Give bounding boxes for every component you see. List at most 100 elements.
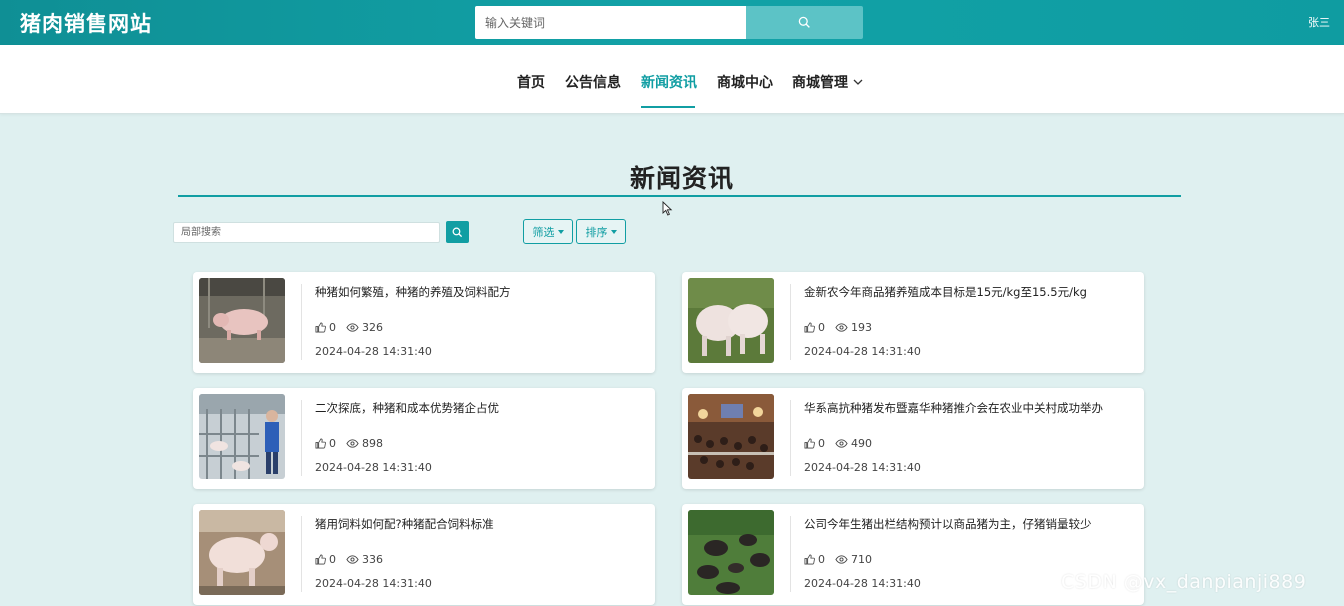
sort-button[interactable]: 排序: [576, 219, 626, 244]
search-icon: [798, 16, 810, 28]
nav-item-mall-center[interactable]: 商城中心: [717, 72, 773, 92]
card-divider: [301, 400, 302, 476]
news-thumbnail[interactable]: [199, 278, 285, 363]
view-count: 336: [346, 553, 383, 566]
news-title[interactable]: 华系高抗种猪发布暨嘉华种猪推介会在农业中关村成功举办: [804, 400, 1103, 416]
like-count-value: 0: [329, 437, 336, 450]
eye-icon: [835, 439, 848, 448]
view-count-value: 898: [362, 437, 383, 450]
view-count-value: 336: [362, 553, 383, 566]
like-count-value: 0: [818, 553, 825, 566]
nav-item-news[interactable]: 新闻资讯: [641, 72, 697, 92]
news-thumbnail[interactable]: [199, 394, 285, 479]
like-count[interactable]: 0: [315, 321, 336, 334]
header-search: [475, 6, 863, 39]
header-search-button[interactable]: [746, 6, 863, 39]
like-count-value: 0: [818, 437, 825, 450]
local-search-input[interactable]: [173, 222, 440, 243]
view-count-value: 490: [851, 437, 872, 450]
view-count: 490: [835, 437, 872, 450]
news-stats: 0 326: [315, 321, 393, 334]
thumbs-up-icon: [804, 322, 815, 333]
site-title[interactable]: 猪肉销售网站: [20, 8, 152, 38]
mouse-cursor-icon: [662, 201, 673, 216]
news-stats: 0 490: [804, 437, 882, 450]
nav-item-announcements[interactable]: 公告信息: [565, 72, 621, 92]
like-count[interactable]: 0: [315, 553, 336, 566]
top-header: 猪肉销售网站 张三: [0, 0, 1344, 45]
nav-item-mall-management[interactable]: 商城管理: [792, 72, 864, 92]
news-title[interactable]: 金新农今年商品猪养殖成本目标是15元/kg至15.5元/kg: [804, 284, 1087, 300]
main-nav: 首页 公告信息 新闻资讯 商城中心 商城管理: [0, 45, 1344, 114]
news-card[interactable]: 金新农今年商品猪养殖成本目标是15元/kg至15.5元/kg 0 193 202…: [682, 272, 1144, 373]
view-count: 326: [346, 321, 383, 334]
caret-down-icon: [610, 229, 617, 234]
like-count-value: 0: [329, 321, 336, 334]
nav-item-home[interactable]: 首页: [517, 72, 545, 92]
user-name[interactable]: 张三: [1308, 14, 1330, 30]
card-divider: [790, 284, 791, 360]
eye-icon: [835, 555, 848, 564]
thumbs-up-icon: [315, 554, 326, 565]
news-date: 2024-04-28 14:31:40: [315, 461, 432, 474]
like-count-value: 0: [329, 553, 336, 566]
page-title: 新闻资讯: [629, 164, 734, 193]
thumbs-up-icon: [315, 438, 326, 449]
like-count[interactable]: 0: [804, 437, 825, 450]
eye-icon: [346, 555, 359, 564]
news-card[interactable]: 种猪如何繁殖，种猪的养殖及饲料配方 0 326 2024-04-28 14:31…: [193, 272, 655, 373]
news-title[interactable]: 公司今年生猪出栏结构预计以商品猪为主，仔猪销量较少: [804, 516, 1092, 532]
news-card[interactable]: 二次探底，种猪和成本优势猪企占优 0 898 2024-04-28 14:31:…: [193, 388, 655, 489]
caret-down-icon: [557, 229, 564, 234]
news-card[interactable]: 华系高抗种猪发布暨嘉华种猪推介会在农业中关村成功举办 0 490 2024-04…: [682, 388, 1144, 489]
news-thumbnail[interactable]: [199, 510, 285, 595]
card-divider: [301, 284, 302, 360]
card-divider: [790, 400, 791, 476]
title-divider: [178, 195, 1181, 197]
card-divider: [301, 516, 302, 592]
like-count[interactable]: 0: [804, 553, 825, 566]
view-count-value: 326: [362, 321, 383, 334]
news-date: 2024-04-28 14:31:40: [804, 461, 921, 474]
view-count: 193: [835, 321, 872, 334]
news-title[interactable]: 种猪如何繁殖，种猪的养殖及饲料配方: [315, 284, 511, 300]
news-date: 2024-04-28 14:31:40: [804, 577, 921, 590]
header-search-input[interactable]: [475, 6, 746, 39]
news-stats: 0 710: [804, 553, 882, 566]
thumbs-up-icon: [315, 322, 326, 333]
filter-button[interactable]: 筛选: [523, 219, 573, 244]
view-count: 898: [346, 437, 383, 450]
news-card[interactable]: 猪用饲料如何配?种猪配合饲料标准 0 336 2024-04-28 14:31:…: [193, 504, 655, 605]
news-thumbnail[interactable]: [688, 278, 774, 363]
eye-icon: [346, 323, 359, 332]
search-icon: [452, 227, 463, 237]
news-date: 2024-04-28 14:31:40: [315, 577, 432, 590]
news-stats: 0 898: [315, 437, 393, 450]
news-stats: 0 193: [804, 321, 882, 334]
news-date: 2024-04-28 14:31:40: [315, 345, 432, 358]
sort-label: 排序: [585, 225, 608, 239]
watermark: CSDN @vx_danpianji889: [1061, 571, 1307, 593]
news-thumbnail[interactable]: [688, 510, 774, 595]
chevron-down-icon: [853, 79, 863, 85]
filter-label: 筛选: [532, 225, 555, 239]
thumbs-up-icon: [804, 438, 815, 449]
eye-icon: [346, 439, 359, 448]
news-title[interactable]: 猪用饲料如何配?种猪配合饲料标准: [315, 516, 494, 532]
news-date: 2024-04-28 14:31:40: [804, 345, 921, 358]
nav-item-label: 商城管理: [792, 75, 848, 91]
like-count[interactable]: 0: [315, 437, 336, 450]
like-count[interactable]: 0: [804, 321, 825, 334]
view-count: 710: [835, 553, 872, 566]
card-divider: [790, 516, 791, 592]
like-count-value: 0: [818, 321, 825, 334]
thumbs-up-icon: [804, 554, 815, 565]
view-count-value: 193: [851, 321, 872, 334]
eye-icon: [835, 323, 848, 332]
news-thumbnail[interactable]: [688, 394, 774, 479]
local-search-button[interactable]: [446, 221, 469, 243]
view-count-value: 710: [851, 553, 872, 566]
news-title[interactable]: 二次探底，种猪和成本优势猪企占优: [315, 400, 499, 416]
active-nav-indicator: [641, 106, 695, 108]
news-stats: 0 336: [315, 553, 393, 566]
